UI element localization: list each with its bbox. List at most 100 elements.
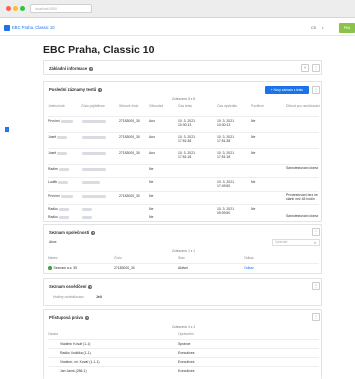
permission: Správce	[178, 342, 191, 346]
card-title: Seznam osvědčení?	[49, 284, 93, 289]
expand-icon[interactable]: +	[301, 64, 309, 72]
person-name: Radko Vodička (1-1)	[60, 351, 91, 355]
search-icon[interactable]: ⌕	[314, 240, 316, 245]
more-icon[interactable]: ⋮	[312, 64, 320, 72]
vaccinated: Ano	[149, 135, 156, 139]
company-state: Aktivní	[178, 266, 189, 270]
table-row[interactable]: Prvními 27183000_30 Ano 10. 3. 2021 10:3…	[48, 116, 319, 131]
person-name: Josef	[48, 151, 57, 155]
non-vaccination-reason: Samotestování doma	[286, 214, 319, 218]
column-header[interactable]: Čas výsledku	[217, 104, 237, 108]
app-title[interactable]: EBC Praha, Classic 10	[12, 25, 55, 30]
card-title: Přístupová práva?	[49, 315, 89, 320]
help-icon[interactable]: ?	[89, 67, 94, 71]
more-icon[interactable]: ⋮	[312, 313, 320, 321]
card-title: Poslední záznamy testů?	[49, 87, 103, 92]
card-title: Základní informace?	[49, 66, 94, 71]
minimize-window-dot[interactable]	[13, 6, 18, 11]
column-header[interactable]: Osoba	[48, 332, 58, 336]
chevron-down-icon[interactable]: ▾	[322, 26, 324, 30]
help-icon[interactable]: ?	[98, 88, 103, 92]
non-vaccination-reason: Samotestování doma	[286, 166, 319, 170]
person-name: Luděk	[48, 180, 58, 184]
table-row[interactable]: Josef 27183000_30 Ano 10. 3. 2021 17:51:…	[48, 148, 319, 163]
search-input[interactable]: Vyhledat	[272, 239, 320, 246]
more-icon[interactable]: ⋮	[312, 282, 320, 290]
help-icon[interactable]: ?	[88, 285, 93, 289]
filter-label[interactable]: Akce	[49, 240, 57, 244]
table-row[interactable]: Radko Vodička (1-1) Executives	[48, 348, 319, 356]
companies-card: Seznam společností? ⋮ Akce Vyhledat ⌕ Zo…	[43, 224, 322, 274]
positive: Ne	[251, 151, 256, 155]
record-count: Zobrazeno 8 z 8	[171, 97, 196, 101]
tests-card: Poslední záznamy testů? + Nový záznam z …	[43, 81, 322, 222]
app-logo-icon[interactable]	[4, 25, 10, 31]
column-header[interactable]: Sériové číslo	[119, 104, 138, 108]
column-header[interactable]: Odkaz	[244, 256, 254, 260]
help-icon[interactable]: ?	[91, 231, 96, 235]
column-header[interactable]: Číslo pojištěnce	[81, 104, 105, 108]
non-vaccination-reason: Prvotestování bez ne starší než 48 hodin	[286, 193, 318, 201]
company-number: 27183000_30	[114, 266, 135, 270]
table-row[interactable]: Jan Jaroš (286-1) Executives	[48, 366, 319, 374]
column-header[interactable]: Pozitivní	[251, 104, 264, 108]
vaccinated: Ne	[149, 207, 154, 211]
close-window-dot[interactable]	[6, 6, 11, 11]
column-header[interactable]: Název	[48, 256, 58, 260]
table-row[interactable]: Prvními 27183000_30 Ne Prvotestování bez…	[48, 191, 319, 203]
person-name: Radko	[48, 215, 58, 219]
table-row[interactable]: Josef 27183000_30 Ano 10. 3. 2021 17:51:…	[48, 132, 319, 147]
more-icon[interactable]: ⋮	[312, 86, 320, 94]
permission: Executives	[178, 351, 195, 355]
column-header[interactable]: Číslo	[114, 256, 122, 260]
company-link[interactable]: Odkaz	[244, 266, 254, 270]
test-time: 10. 3. 2021 10:30:13	[178, 119, 195, 127]
table-row[interactable]: Vladimír, ml. Kovář (1-1-1) Executives	[48, 357, 319, 365]
person-name: Vladimír Kovář (1-1)	[60, 342, 91, 346]
serial-number: 27183000_30	[119, 135, 140, 139]
person-name: Josef	[48, 135, 57, 139]
company-name: Seznam a.s. 35	[53, 266, 78, 270]
browser-chrome: localhost:3000	[0, 0, 355, 18]
test-time: 10. 3. 2021 17:51:18	[178, 151, 195, 159]
url-bar[interactable]: localhost:3000	[30, 4, 92, 13]
result-time: 10. 3. 2021 09:09:50	[217, 207, 234, 215]
sidebar-toggle-icon[interactable]: ›	[5, 127, 9, 132]
table-header: Osoba Oprávnění	[48, 332, 319, 338]
table-row[interactable]: Vladimír Kovář (1-1) Správce	[48, 339, 319, 347]
help-icon[interactable]: ?	[84, 316, 89, 320]
table-row[interactable]: Seznam a.s. 35 27183000_30 Aktivní Odkaz	[48, 263, 319, 271]
table-row[interactable]: Luděk Ne 10. 3. 2021 17:49:50 Ne	[48, 177, 319, 190]
basic-info-card: Základní informace? + ⋮	[43, 60, 322, 75]
column-header[interactable]: Jméno/role	[48, 104, 65, 108]
column-header[interactable]: Stav	[178, 256, 185, 260]
vaccinated: Ne	[149, 215, 154, 219]
result-time: 10. 3. 2021 17:49:50	[217, 180, 234, 188]
page-title: EBC Praha, Classic 10	[43, 44, 155, 56]
person-name: Prvními	[48, 194, 60, 198]
status-dot-icon	[48, 266, 52, 270]
table-row[interactable]: Radim Ne Samotestování doma	[48, 164, 319, 176]
record-count: Zobrazeno 1 z 1	[171, 249, 196, 253]
maximize-window-dot[interactable]	[20, 6, 25, 11]
confirmations-card: Seznam osvědčení? ⋮ Hodiny osvědčování J…	[43, 278, 322, 306]
more-icon[interactable]: ⋮	[312, 228, 320, 236]
language-selector[interactable]: CS	[311, 26, 316, 30]
new-test-record-button[interactable]: + Nový záznam z testu	[265, 86, 309, 94]
column-header[interactable]: Důvod pro neočkování	[286, 104, 320, 108]
confirmations-value: Jeli	[96, 295, 102, 299]
result-time: 10. 3. 2021 10:30:13	[217, 119, 234, 127]
serial-number: 27183000_30	[119, 151, 140, 155]
column-header[interactable]: Čas testu	[178, 104, 192, 108]
add-button[interactable]: Přid	[339, 23, 355, 33]
person-name: Radim	[48, 167, 58, 171]
person-name: Jan Jaroš (286-1)	[60, 369, 87, 373]
column-header[interactable]: Oprávnění	[178, 332, 194, 336]
table-row[interactable]: Radko Ne Samotestování doma	[48, 214, 319, 223]
permission: Executives	[178, 369, 195, 373]
vaccinated: Ne	[149, 194, 154, 198]
app-header: EBC Praha, Classic 10 CS ▾ Přid	[0, 20, 355, 36]
column-header[interactable]: Očkování	[149, 104, 163, 108]
test-time: 10. 3. 2021 17:51:38	[178, 135, 195, 143]
person-name: Vladimír, ml. Kovář (1-1-1)	[60, 360, 100, 364]
